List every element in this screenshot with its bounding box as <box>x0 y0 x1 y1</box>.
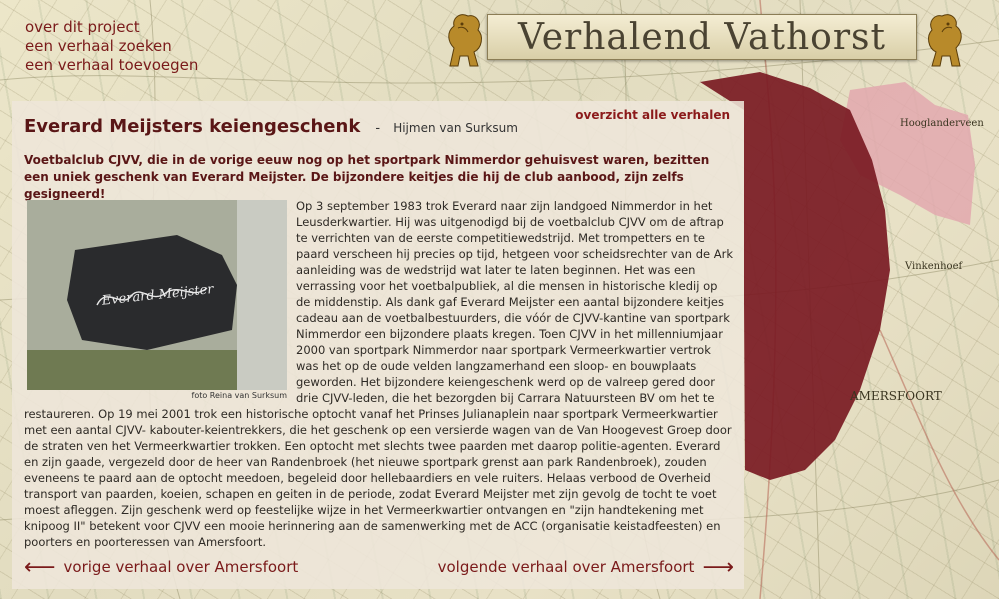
map-label-amersfoort: AMERSFOORT <box>849 389 942 403</box>
story-panel: Everard Meijsters keiengeschenk - Hijmen… <box>12 101 744 589</box>
previous-story-label: vorige verhaal over Amersfoort <box>63 558 299 576</box>
site-banner: Verhalend Vathorst <box>440 8 970 67</box>
arrow-right-icon: ⟶ <box>702 554 734 580</box>
story-intro: Voetbalclub CJVV, die in de vorige eeuw … <box>24 153 710 201</box>
story-header: Everard Meijsters keiengeschenk - Hijmen… <box>24 116 518 137</box>
nav-link-add-story[interactable]: een verhaal toevoegen <box>25 56 198 75</box>
map-label-hooglanderveen: Hooglanderveen <box>900 118 984 129</box>
title-separator: - <box>375 121 381 136</box>
story-photo: Everard Meijster <box>27 200 287 390</box>
signed-stone-image: Everard Meijster <box>27 200 287 390</box>
arrow-left-icon: ⟵ <box>24 554 56 580</box>
next-story-link[interactable]: volgende verhaal over Amersfoort ⟶ <box>437 554 734 580</box>
nav-link-search-story[interactable]: een verhaal zoeken <box>25 37 198 56</box>
next-story-label: volgende verhaal over Amersfoort <box>437 558 695 576</box>
site-title: Verhalend Vathorst <box>518 16 886 58</box>
banner-scroll: Verhalend Vathorst <box>487 14 917 60</box>
photo-caption: foto Reina van Surksum <box>191 391 288 400</box>
previous-story-link[interactable]: ⟵ vorige verhaal over Amersfoort <box>24 554 299 580</box>
lion-crest-right-icon <box>928 14 962 67</box>
overview-all-stories-link[interactable]: overzicht alle verhalen <box>575 108 730 122</box>
story-title: Everard Meijsters keiengeschenk <box>24 116 361 137</box>
top-navigation: over dit project een verhaal zoeken een … <box>25 18 198 75</box>
map-label-vinkenhoef: Vinkenhoef <box>904 261 963 272</box>
story-author: Hijmen van Surksum <box>393 121 518 135</box>
lion-crest-left-icon <box>448 14 482 67</box>
nav-link-about-project[interactable]: over dit project <box>25 18 198 37</box>
